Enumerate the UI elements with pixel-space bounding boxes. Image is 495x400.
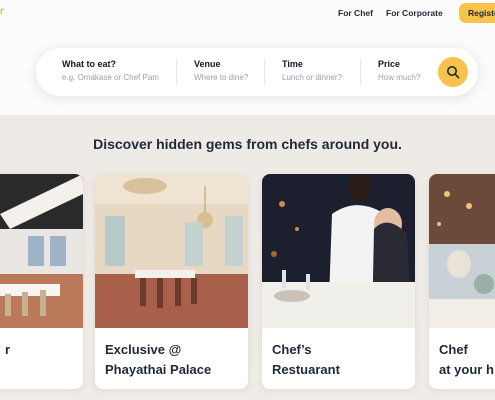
logo[interactable]: r: [0, 6, 4, 17]
page: r For Chef For Corporate Register What t…: [0, 0, 495, 400]
experience-card[interactable]: Chef’s Restuarant: [262, 174, 415, 389]
card-image: [262, 174, 415, 328]
experience-card[interactable]: r: [0, 174, 83, 389]
venue-field[interactable]: Venue Where to dine?: [194, 59, 248, 82]
field-placeholder: e.g. Omakase or Chef Pam: [62, 73, 159, 82]
card-image: [429, 174, 495, 328]
card-title: Exclusive @ Phayathai Palace: [105, 342, 212, 377]
time-field[interactable]: Time Lunch or dinner?: [282, 59, 342, 82]
what-to-eat-field[interactable]: What to eat? e.g. Omakase or Chef Pam: [62, 59, 159, 82]
field-label: What to eat?: [62, 59, 116, 69]
field-label: Time: [282, 59, 303, 69]
card-image: [95, 174, 248, 328]
search-bar: What to eat? e.g. Omakase or Chef Pam Ve…: [36, 48, 478, 96]
card-title: Chef at your h: [439, 342, 494, 377]
register-button[interactable]: Register: [459, 3, 495, 23]
card-title: r: [5, 342, 11, 357]
field-placeholder: Where to dine?: [194, 73, 249, 82]
divider: [176, 59, 177, 85]
nav-link-for-chef[interactable]: For Chef: [338, 8, 373, 18]
field-placeholder: How much?: [378, 73, 421, 82]
search-button[interactable]: [438, 57, 468, 87]
field-label: Price: [378, 59, 401, 69]
experience-card[interactable]: Exclusive @ Phayathai Palace: [95, 174, 248, 389]
field-placeholder: Lunch or dinner?: [282, 73, 343, 82]
nav-link-for-corporate[interactable]: For Corporate: [386, 8, 443, 18]
price-field[interactable]: Price How much?: [378, 59, 420, 82]
search-icon: [447, 66, 460, 79]
divider: [264, 59, 265, 85]
section-heading: Discover hidden gems from chefs around y…: [93, 136, 402, 152]
divider: [360, 59, 361, 85]
top-nav: r For Chef For Corporate Register: [0, 0, 495, 26]
experience-card[interactable]: Chef at your h: [429, 174, 495, 389]
card-image: [0, 174, 83, 328]
field-label: Venue: [194, 59, 221, 69]
card-title: Chef’s Restuarant: [272, 342, 340, 377]
